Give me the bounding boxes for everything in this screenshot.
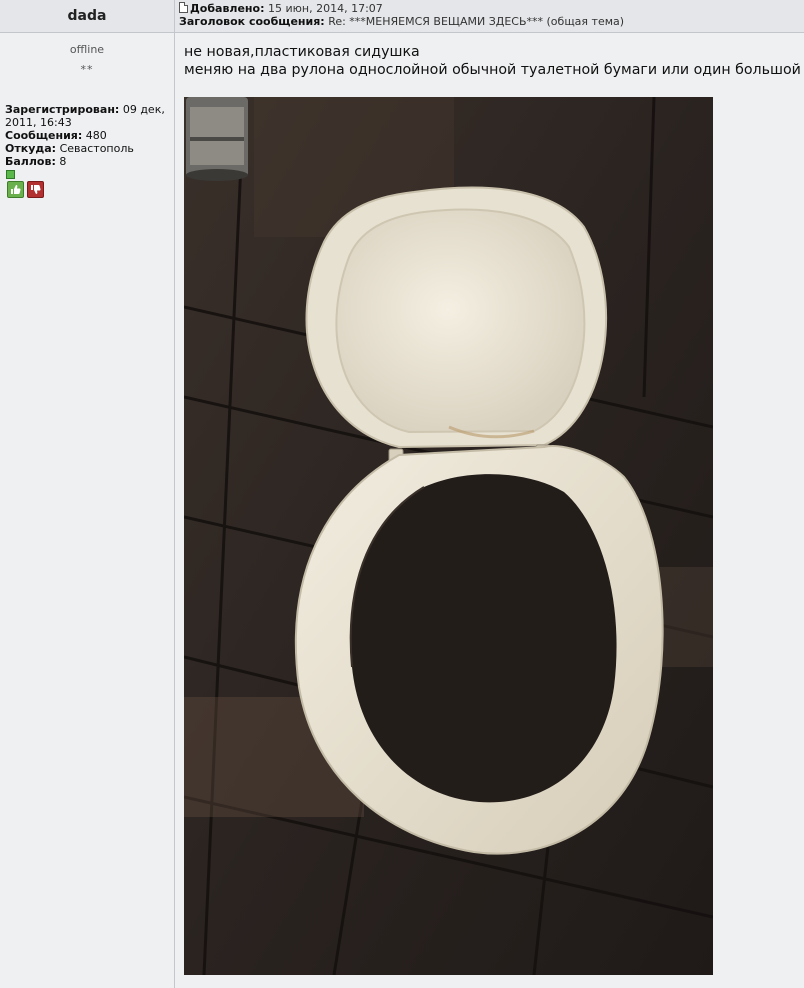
from-label: Откуда: (5, 142, 57, 155)
post-message: не новая,пластиковая сидушка меняю на дв… (184, 43, 801, 79)
post-link-icon[interactable] (179, 2, 188, 13)
posts-line: Сообщения: 480 (5, 129, 171, 142)
post-subject-line: Заголовок сообщения: Re: ***МЕНЯЕМСЯ ВЕЩ… (179, 15, 799, 28)
thumbs-up-icon[interactable] (7, 181, 24, 198)
thumbs-down-icon[interactable] (27, 181, 44, 198)
profile-details: Зарегистрирован: 09 дек, 2011, 16:43 Соо… (5, 103, 171, 168)
user-rank: ** (80, 63, 94, 76)
author-profile: offline ** Зарегистрирован: 09 дек, 2011… (0, 33, 175, 988)
status-indicator-icon (6, 170, 15, 179)
post-date-line: Добавлено: 15 июн, 2014, 17:07 (179, 2, 799, 15)
points-line: Баллов: 8 (5, 155, 171, 168)
online-status: offline (69, 43, 105, 56)
posts-label: Сообщения: (5, 129, 83, 142)
author-cell: dada (0, 0, 175, 32)
message-line-2: меняю на два рулона однослойной обычной … (184, 62, 801, 78)
photo-illustration (184, 97, 713, 975)
points-label: Баллов: (5, 155, 56, 168)
message-line-1: не новая,пластиковая сидушка (184, 44, 420, 60)
added-value: 15 июн, 2014, 17:07 (268, 2, 383, 15)
author-name[interactable]: dada (68, 8, 107, 24)
posts-value: 480 (85, 129, 107, 142)
post-meta: Добавлено: 15 июн, 2014, 17:07 Заголовок… (179, 2, 799, 28)
from-line: Откуда: Севастополь (5, 142, 171, 155)
subject-label: Заголовок сообщения: (179, 15, 325, 28)
toilet-seat-photo[interactable] (184, 97, 713, 975)
registered-label: Зарегистрирован: (5, 103, 120, 116)
from-value: Севастополь (59, 142, 134, 155)
points-value: 8 (59, 155, 67, 168)
added-label: Добавлено: (190, 2, 265, 15)
post-header: dada Добавлено: 15 июн, 2014, 17:07 Заго… (0, 0, 804, 33)
registered-line: Зарегистрирован: 09 дек, 2011, 16:43 (5, 103, 171, 129)
subject-value: Re: ***МЕНЯЕМСЯ ВЕЩАМИ ЗДЕСЬ*** (общая т… (328, 15, 625, 28)
